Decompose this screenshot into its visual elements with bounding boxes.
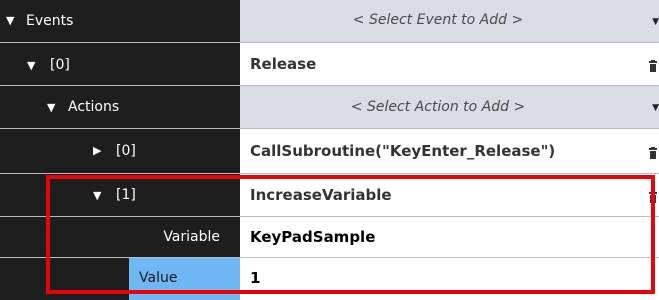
action-item-label-cell[interactable]: ▼ [1] <box>0 174 240 216</box>
add-action-placeholder: < Select Action to Add > <box>350 99 526 115</box>
action-item-value: IncreaseVariable <box>250 186 392 204</box>
property-label-cell: Value <box>0 258 240 300</box>
variable-field[interactable]: KeyPadSample <box>240 217 659 257</box>
events-label-cell[interactable]: ▼ Events <box>0 0 240 42</box>
action-item-value: CallSubroutine("KeyEnter_Release") <box>250 142 556 160</box>
event-item-value-cell[interactable]: Release <box>240 43 659 85</box>
actions-label: Actions <box>68 99 120 115</box>
value-label: Value <box>139 270 178 286</box>
event-item-label-cell[interactable]: ▼ [0] <box>0 43 240 85</box>
trash-icon[interactable] <box>649 60 657 72</box>
action-item-label-cell[interactable]: ▶ [0] <box>0 129 240 173</box>
triangle-down-icon[interactable]: ▼ <box>27 60 35 71</box>
add-action-dropdown[interactable]: < Select Action to Add > ▼ <box>240 86 659 128</box>
action-item-row: ▶ [0] CallSubroutine("KeyEnter_Release") <box>0 129 659 173</box>
property-label-cell: Variable <box>0 217 240 257</box>
events-row: ▼ Events < Select Event to Add > ▼ <box>0 0 659 42</box>
variable-value: KeyPadSample <box>250 228 376 246</box>
actions-label-cell[interactable]: ▼ Actions <box>0 86 240 128</box>
actions-row: ▼ Actions < Select Action to Add > ▼ <box>0 86 659 128</box>
value-value: 1 <box>250 269 261 287</box>
variable-label: Variable <box>163 229 220 245</box>
add-event-placeholder: < Select Event to Add > <box>352 12 524 28</box>
event-item-index: [0] <box>50 57 70 73</box>
triangle-down-icon[interactable]: ▼ <box>6 15 14 26</box>
action-item-value-cell[interactable]: IncreaseVariable <box>240 174 659 216</box>
events-label: Events <box>26 13 74 29</box>
triangle-down-icon[interactable]: ▼ <box>47 102 55 113</box>
trash-icon[interactable] <box>649 191 657 203</box>
property-row-variable: Variable KeyPadSample <box>0 217 659 257</box>
value-label-highlight[interactable]: Value <box>129 258 240 300</box>
chevron-down-icon[interactable]: ▼ <box>652 104 659 113</box>
add-event-dropdown[interactable]: < Select Event to Add > ▼ <box>240 0 659 42</box>
chevron-down-icon[interactable]: ▼ <box>652 18 659 27</box>
property-row-value: Value 1 <box>0 258 659 300</box>
triangle-right-icon[interactable]: ▶ <box>93 145 101 156</box>
event-item-row: ▼ [0] Release <box>0 43 659 85</box>
event-item-value: Release <box>250 55 317 73</box>
value-field[interactable]: 1 <box>240 258 659 300</box>
action-item-index: [0] <box>116 143 136 159</box>
action-item-row: ▼ [1] IncreaseVariable <box>0 174 659 216</box>
events-add-cell: < Select Event to Add > ▼ <box>240 0 659 42</box>
triangle-down-icon[interactable]: ▼ <box>93 190 101 201</box>
action-item-index: [1] <box>116 187 136 203</box>
actions-add-cell: < Select Action to Add > ▼ <box>240 86 659 128</box>
trash-icon[interactable] <box>649 147 657 159</box>
action-item-value-cell[interactable]: CallSubroutine("KeyEnter_Release") <box>240 129 659 173</box>
